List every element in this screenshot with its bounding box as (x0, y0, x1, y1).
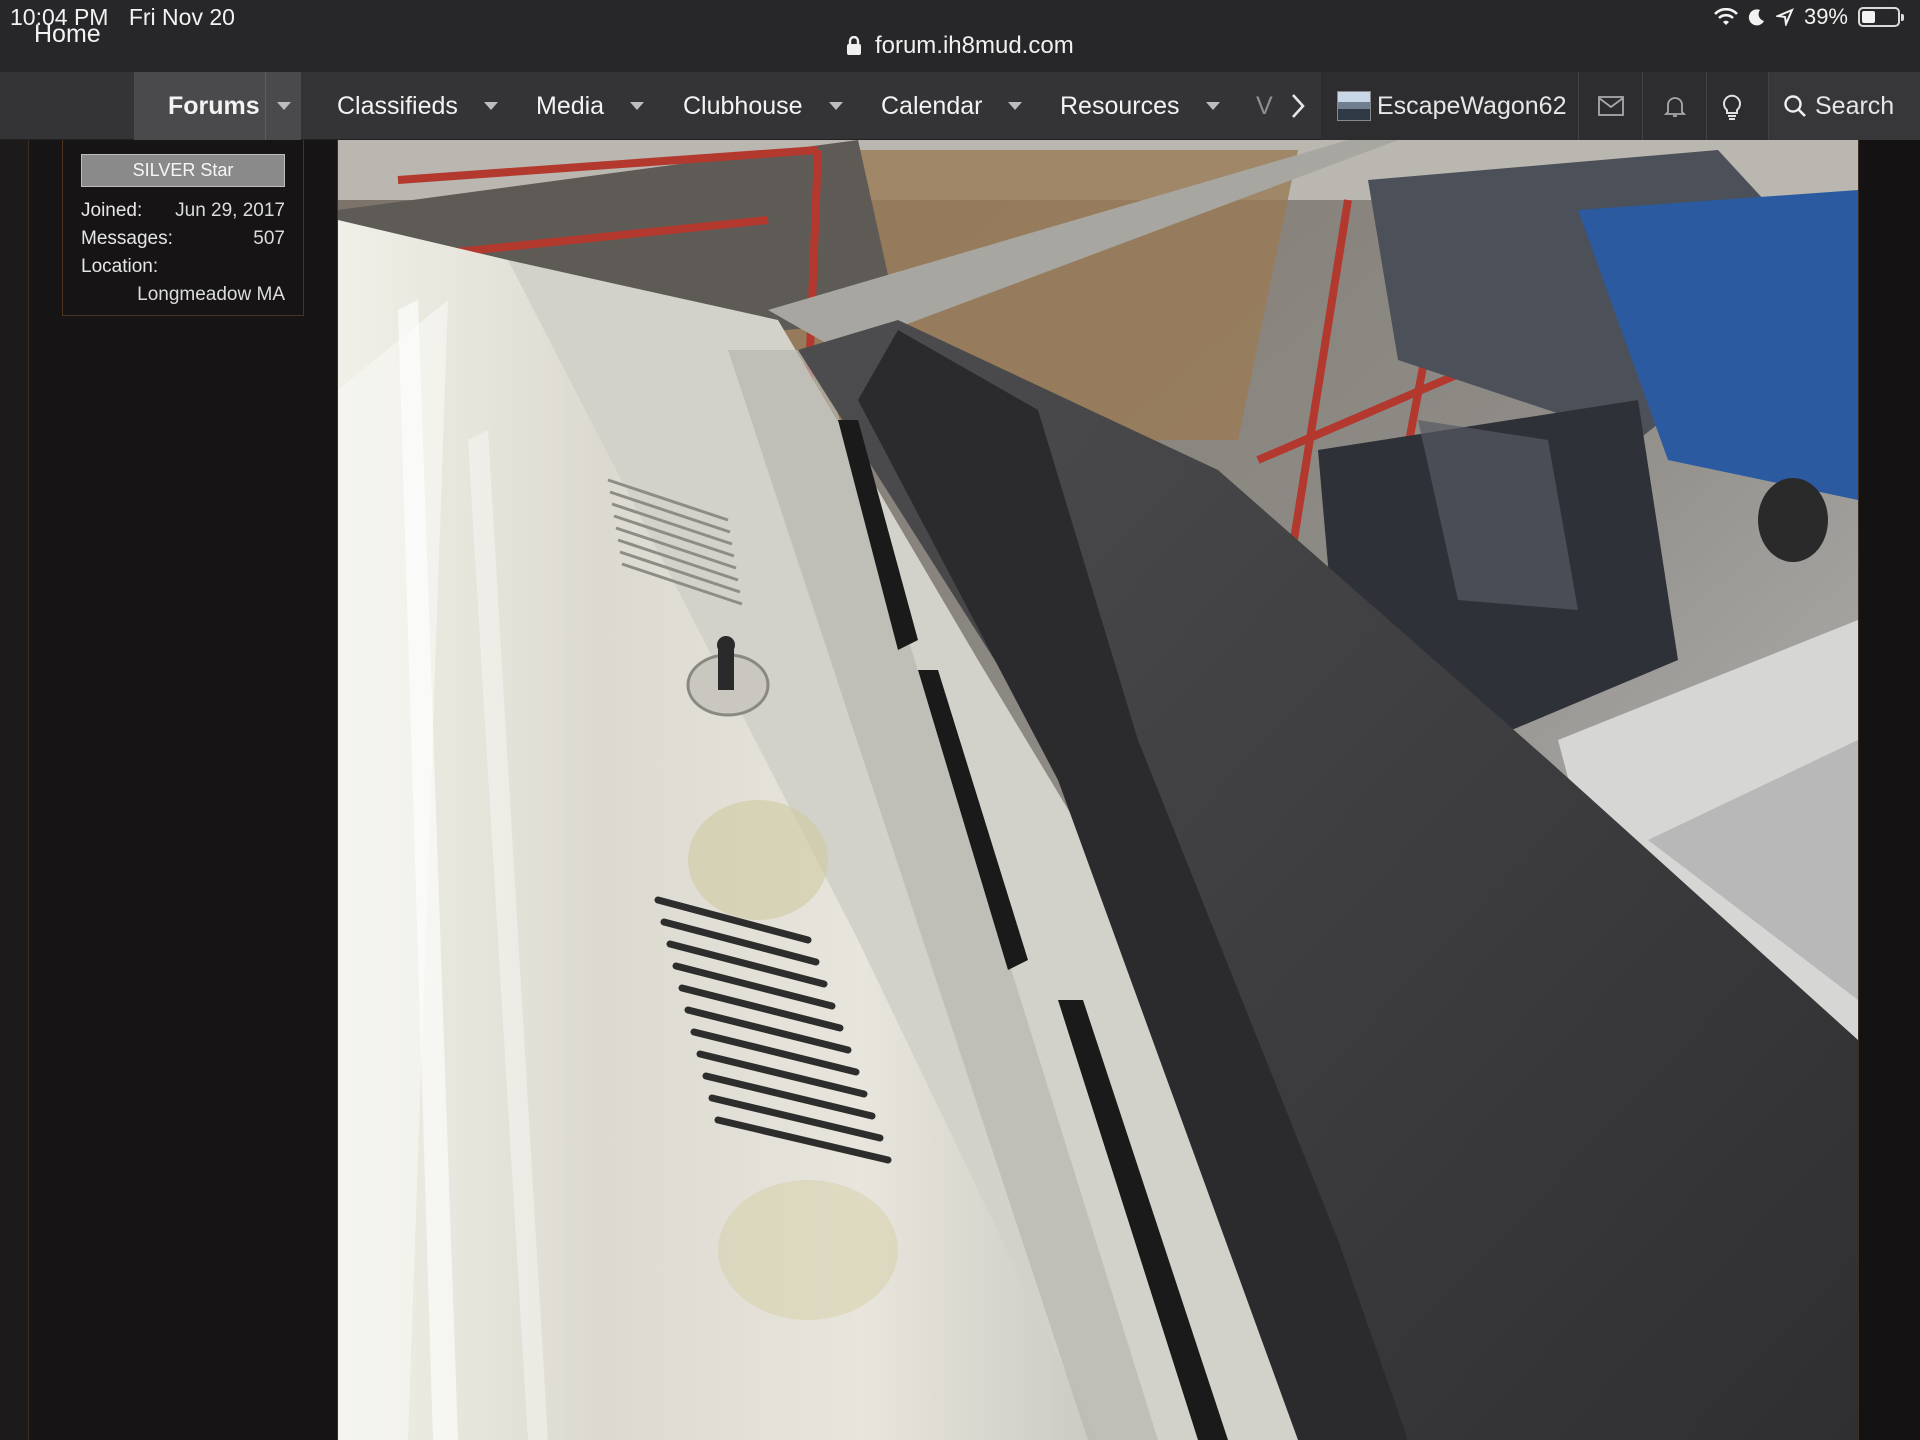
wifi-icon (1714, 8, 1738, 25)
messages-value[interactable]: 507 (253, 225, 285, 253)
location-row: Location: (81, 253, 285, 281)
photo-render (338, 140, 1858, 1440)
battery-percent: 39% (1803, 4, 1848, 29)
nav-resources[interactable]: Resources (1060, 72, 1220, 140)
chevron-right-icon (1292, 94, 1305, 118)
nav-resources-label: Resources (1060, 91, 1180, 120)
mail-icon (1597, 96, 1624, 116)
address-bar[interactable]: forum.ih8mud.com (0, 32, 1920, 60)
messages-label: Messages: (81, 228, 173, 249)
nav-home[interactable]: Home (34, 0, 101, 68)
post-attachment-photo[interactable] (338, 140, 1858, 1440)
nav-more-truncated[interactable]: V (1256, 72, 1273, 140)
battery-icon (1858, 7, 1904, 27)
lock-icon (847, 36, 862, 55)
caret-down-icon (1008, 102, 1023, 110)
nav-forums-label: Forums (168, 91, 260, 120)
moon-icon (1748, 9, 1764, 26)
nav-media[interactable]: Media (536, 72, 645, 140)
nav-clubhouse-label: Clubhouse (683, 91, 803, 120)
location-value[interactable]: Longmeadow MA (81, 281, 285, 309)
lightbulb-icon (1722, 94, 1741, 120)
bell-icon (1663, 97, 1686, 117)
nav-home-label: Home (34, 19, 101, 48)
joined-label: Joined: (81, 200, 143, 221)
joined-value: Jun 29, 2017 (175, 200, 285, 221)
user-title-badge: SILVER Star (81, 154, 285, 187)
avatar (1337, 91, 1371, 121)
caret-down-icon (828, 102, 843, 110)
user-extras: SILVER Star Joined: Jun 29, 2017 Message… (62, 140, 304, 316)
status-date: Fri Nov 20 (128, 4, 235, 30)
search-label: Search (1815, 91, 1895, 120)
username: EscapeWagon62 (1377, 91, 1567, 120)
caret-down-icon (630, 102, 645, 110)
caret-down-icon (483, 102, 498, 110)
user-nav-area: EscapeWagon62 Search (1321, 72, 1920, 140)
url-text: forum.ih8mud.com (874, 32, 1074, 59)
nav-forums-dropdown[interactable] (265, 72, 301, 140)
location-arrow-icon (1775, 8, 1794, 26)
location-label: Location: (81, 256, 159, 277)
post-user-column (28, 140, 338, 1440)
whats-new-button[interactable] (1706, 72, 1756, 140)
battery-fill (1862, 11, 1876, 23)
caret-down-icon (276, 102, 291, 110)
nav-more-label: V (1256, 91, 1273, 120)
nav-scroll-right[interactable] (1290, 72, 1306, 140)
inbox-button[interactable] (1578, 72, 1642, 140)
status-indicators: 39% (1714, 3, 1904, 31)
nav-classifieds-label: Classifieds (337, 91, 458, 120)
nav-media-label: Media (536, 91, 605, 120)
right-gutter (1858, 140, 1920, 1440)
search-button[interactable]: Search (1768, 72, 1920, 140)
caret-down-icon (1205, 102, 1220, 110)
ios-status-bar: 10:04 PM Fri Nov 20 39% forum.ih8mud.com (0, 0, 1920, 72)
nav-calendar[interactable]: Calendar (881, 72, 1023, 140)
nav-clubhouse[interactable]: Clubhouse (683, 72, 843, 140)
nav-calendar-label: Calendar (881, 91, 983, 120)
account-link[interactable]: EscapeWagon62 (1321, 72, 1578, 140)
messages-row: Messages: 507 (81, 225, 285, 253)
search-icon (1784, 95, 1806, 117)
joined-row: Joined: Jun 29, 2017 (81, 197, 285, 225)
alerts-button[interactable] (1642, 72, 1706, 140)
nav-classifieds[interactable]: Classifieds (337, 72, 498, 140)
